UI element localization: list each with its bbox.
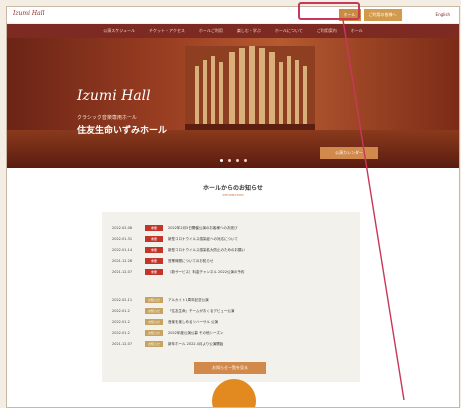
news-text[interactable]: （新サービス）料金チャンネル 2022公演の予約 (168, 270, 244, 275)
website-screenshot: Izumi Hall ホール ご利用の皆様へ English 公演スケジュール … (6, 6, 460, 408)
news-row[interactable]: 2021.12.07 お知らせ 新年ホール 2022.4月より公演開始 (112, 340, 223, 348)
news-date: 2022.01.2 (112, 320, 130, 324)
news-tag: お知らせ (145, 330, 163, 336)
news-date: 2021.12.07 (112, 270, 133, 274)
main-nav: 公演スケジュール チケット・アクセス ホールご利用 楽しむ・学ぶ ホールについて… (7, 24, 459, 38)
news-tag: 重要 (145, 269, 163, 275)
nav-item[interactable]: チケット・アクセス (143, 24, 191, 38)
screenshot-frame: Izumi Hall ホール ご利用の皆様へ English 公演スケジュール … (0, 0, 461, 408)
news-row[interactable]: 2021.12.07 重要 （新サービス）料金チャンネル 2022公演の予約 (112, 268, 244, 276)
hero-logo: Izumi Hall (77, 88, 151, 104)
news-tag: 重要 (145, 225, 163, 231)
news-text[interactable]: 新年ホール 2022.4月より公演開始 (168, 342, 223, 347)
news-row[interactable]: 2022.01.2 お知らせ 「住友生命」チームがおくるデビュー公演 (112, 307, 234, 315)
news-row[interactable]: 2022.01.2 お知らせ 音楽を楽しめるリハーサル 公演 (112, 318, 218, 326)
nav-item[interactable]: 公演スケジュール (97, 24, 141, 38)
nav-item[interactable]: ご利用案内 (311, 24, 343, 38)
pipe-organ-image (185, 46, 315, 136)
news-date: 2022.01.2 (112, 331, 130, 335)
news-date: 2021.12.28 (112, 259, 133, 263)
news-date: 2022.01.14 (112, 248, 133, 252)
news-text[interactable]: 「住友生命」チームがおくるデビュー公演 (168, 309, 234, 314)
carousel-dots (7, 159, 459, 162)
news-text[interactable]: 営業時間についてのお知らせ (168, 259, 213, 264)
news-subheading: INFORMATION (222, 193, 244, 197)
carousel-dot[interactable] (219, 159, 223, 162)
top-bar: Izumi Hall ホール ご利用の皆様へ English (7, 7, 459, 24)
news-date: 2022.02.08 (112, 226, 133, 230)
news-row[interactable]: 2022.01.14 重要 新型コロナウイルス感染拡大防止のためのお願い (112, 246, 245, 254)
nav-item[interactable]: ホールについて (269, 24, 309, 38)
news-date: 2021.12.07 (112, 342, 133, 346)
carousel-dot[interactable] (235, 159, 239, 162)
hero-banner: Izumi Hall クラシック音楽専用ホール 住友生命いずみホール 公演カレン… (7, 38, 459, 168)
top-link-english[interactable]: English (431, 9, 455, 21)
top-link-4[interactable] (418, 9, 428, 21)
top-link-guide[interactable]: ご利用の皆様へ (363, 9, 402, 21)
news-row[interactable]: 2022.02.11 お知らせ アルカイト1周年記念公演 (112, 296, 209, 304)
news-text[interactable]: 2022年度公演公募 その他シーズン (168, 331, 223, 336)
news-tag: お知らせ (145, 297, 163, 303)
news-date: 2022.02.11 (112, 298, 133, 302)
carousel-dot[interactable] (243, 159, 247, 162)
news-date: 2022.01.31 (112, 237, 133, 241)
news-tag: お知らせ (145, 341, 163, 347)
news-list: 2022.02.08 重要 2022年2月5日開催公演のお客様へのお詫び 202… (102, 212, 360, 382)
news-tag: お知らせ (145, 308, 163, 314)
news-text[interactable]: アルカイト1周年記念公演 (168, 298, 209, 303)
hall-seats (7, 130, 459, 168)
news-date: 2022.01.2 (112, 309, 130, 313)
news-text[interactable]: 新型コロナウイルス感染症への対応について (168, 237, 238, 242)
hero-button[interactable]: 公演カレンダー (320, 147, 378, 159)
top-link-3[interactable] (405, 9, 415, 21)
hero-title: 住友生命いずみホール (77, 126, 168, 136)
nav-item[interactable]: 楽しむ・学ぶ (231, 24, 267, 38)
news-text[interactable]: 2022年2月5日開催公演のお客様へのお詫び (168, 226, 237, 231)
scroll-top-circle[interactable] (212, 379, 256, 407)
news-row[interactable]: 2022.01.2 お知らせ 2022年度公演公募 その他シーズン (112, 329, 223, 337)
news-tag: 重要 (145, 258, 163, 264)
news-heading: ホールからのお知らせ (203, 185, 263, 192)
nav-item[interactable]: ホール (345, 24, 369, 38)
news-tag: お知らせ (145, 319, 163, 325)
highlight-box (298, 2, 360, 20)
news-row[interactable]: 2021.12.28 重要 営業時間についてのお知らせ (112, 257, 213, 265)
hero-subtitle: クラシック音楽専用ホール (77, 115, 137, 121)
nav-item[interactable]: ホールご利用 (193, 24, 229, 38)
news-tag: 重要 (145, 236, 163, 242)
site-logo[interactable]: Izumi Hall (13, 10, 47, 19)
news-more-button[interactable]: お知らせ一覧を見る (194, 362, 266, 374)
carousel-dot[interactable] (227, 159, 231, 162)
news-row[interactable]: 2022.01.31 重要 新型コロナウイルス感染症への対応について (112, 235, 238, 243)
news-tag: 重要 (145, 247, 163, 253)
news-row[interactable]: 2022.02.08 重要 2022年2月5日開催公演のお客様へのお詫び (112, 224, 237, 232)
news-text[interactable]: 新型コロナウイルス感染拡大防止のためのお願い (168, 248, 245, 253)
news-text[interactable]: 音楽を楽しめるリハーサル 公演 (168, 320, 218, 325)
